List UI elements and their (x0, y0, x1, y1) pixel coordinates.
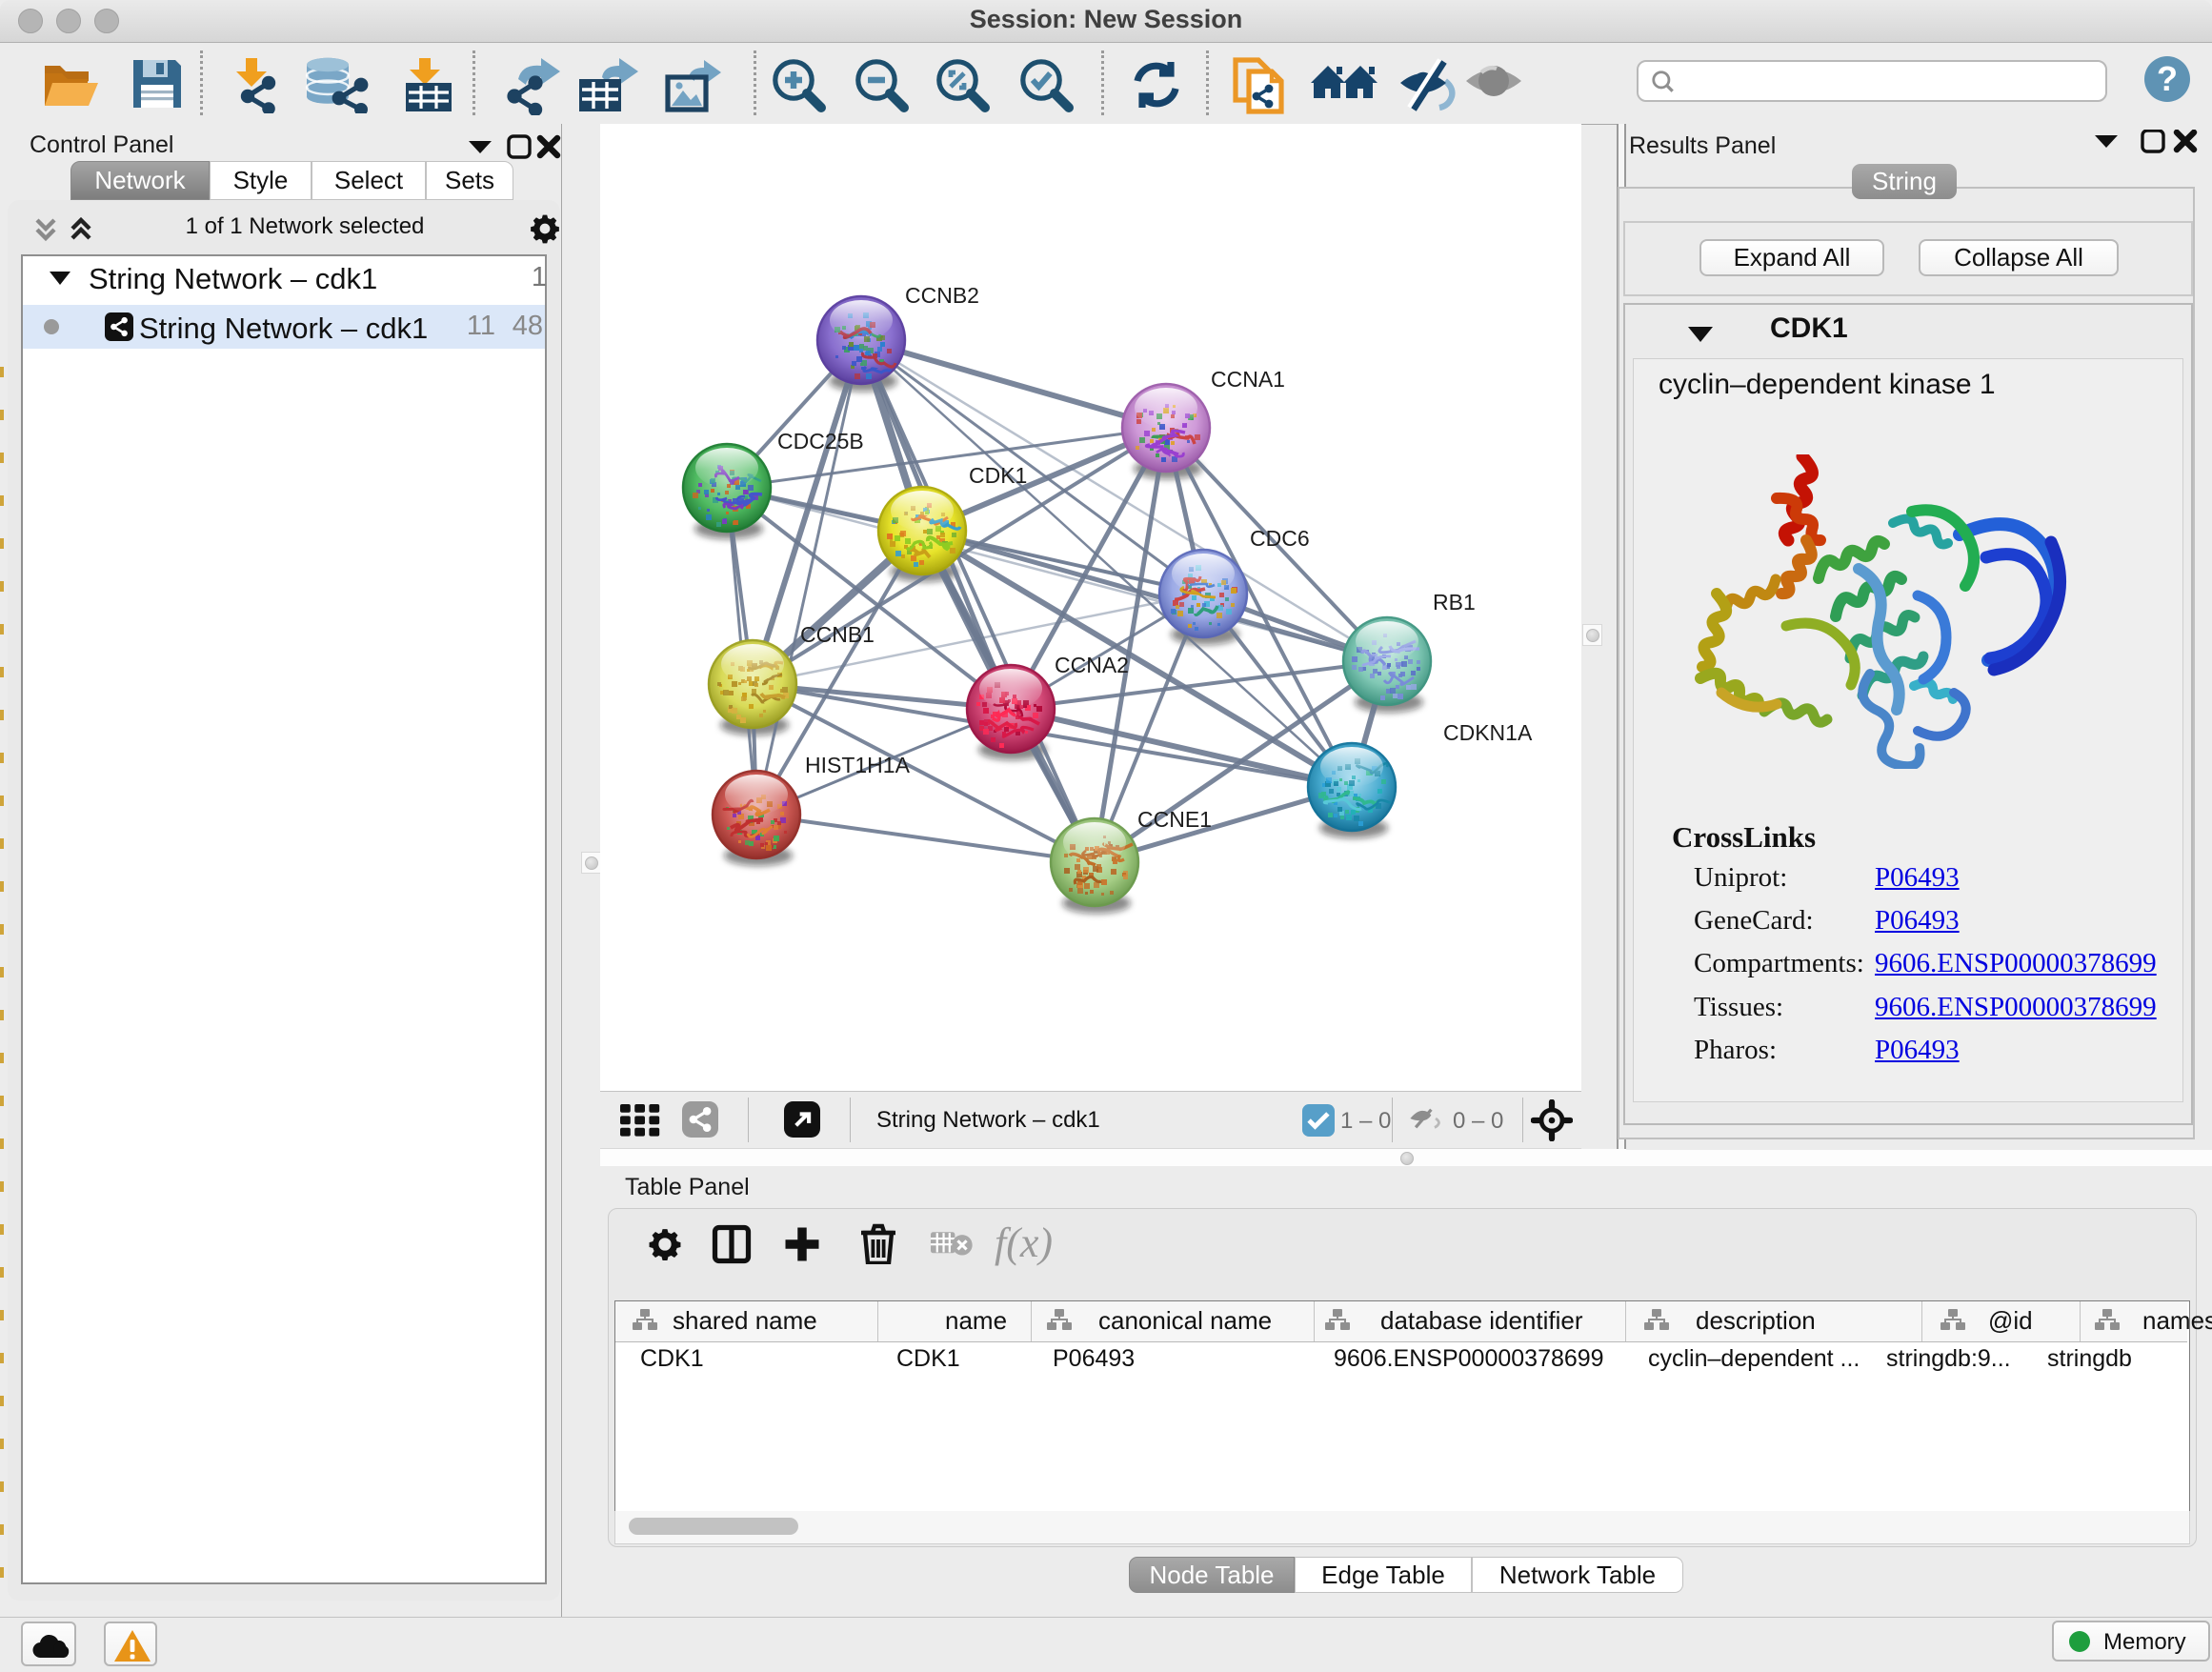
svg-text:CCNB1: CCNB1 (800, 622, 875, 647)
svg-text:CCNE1: CCNE1 (1137, 807, 1212, 832)
svg-text:HIST1H1A: HIST1H1A (805, 753, 911, 777)
svg-text:CCNA2: CCNA2 (1055, 653, 1129, 677)
svg-text:CCNA1: CCNA1 (1211, 367, 1285, 392)
svg-text:CDK1: CDK1 (969, 463, 1027, 488)
svg-text:RB1: RB1 (1433, 590, 1476, 614)
svg-text:CCNB2: CCNB2 (905, 283, 979, 308)
svg-text:CDC6: CDC6 (1250, 526, 1310, 551)
svg-text:CDKN1A: CDKN1A (1443, 720, 1533, 745)
svg-text:CDC25B: CDC25B (777, 429, 864, 453)
